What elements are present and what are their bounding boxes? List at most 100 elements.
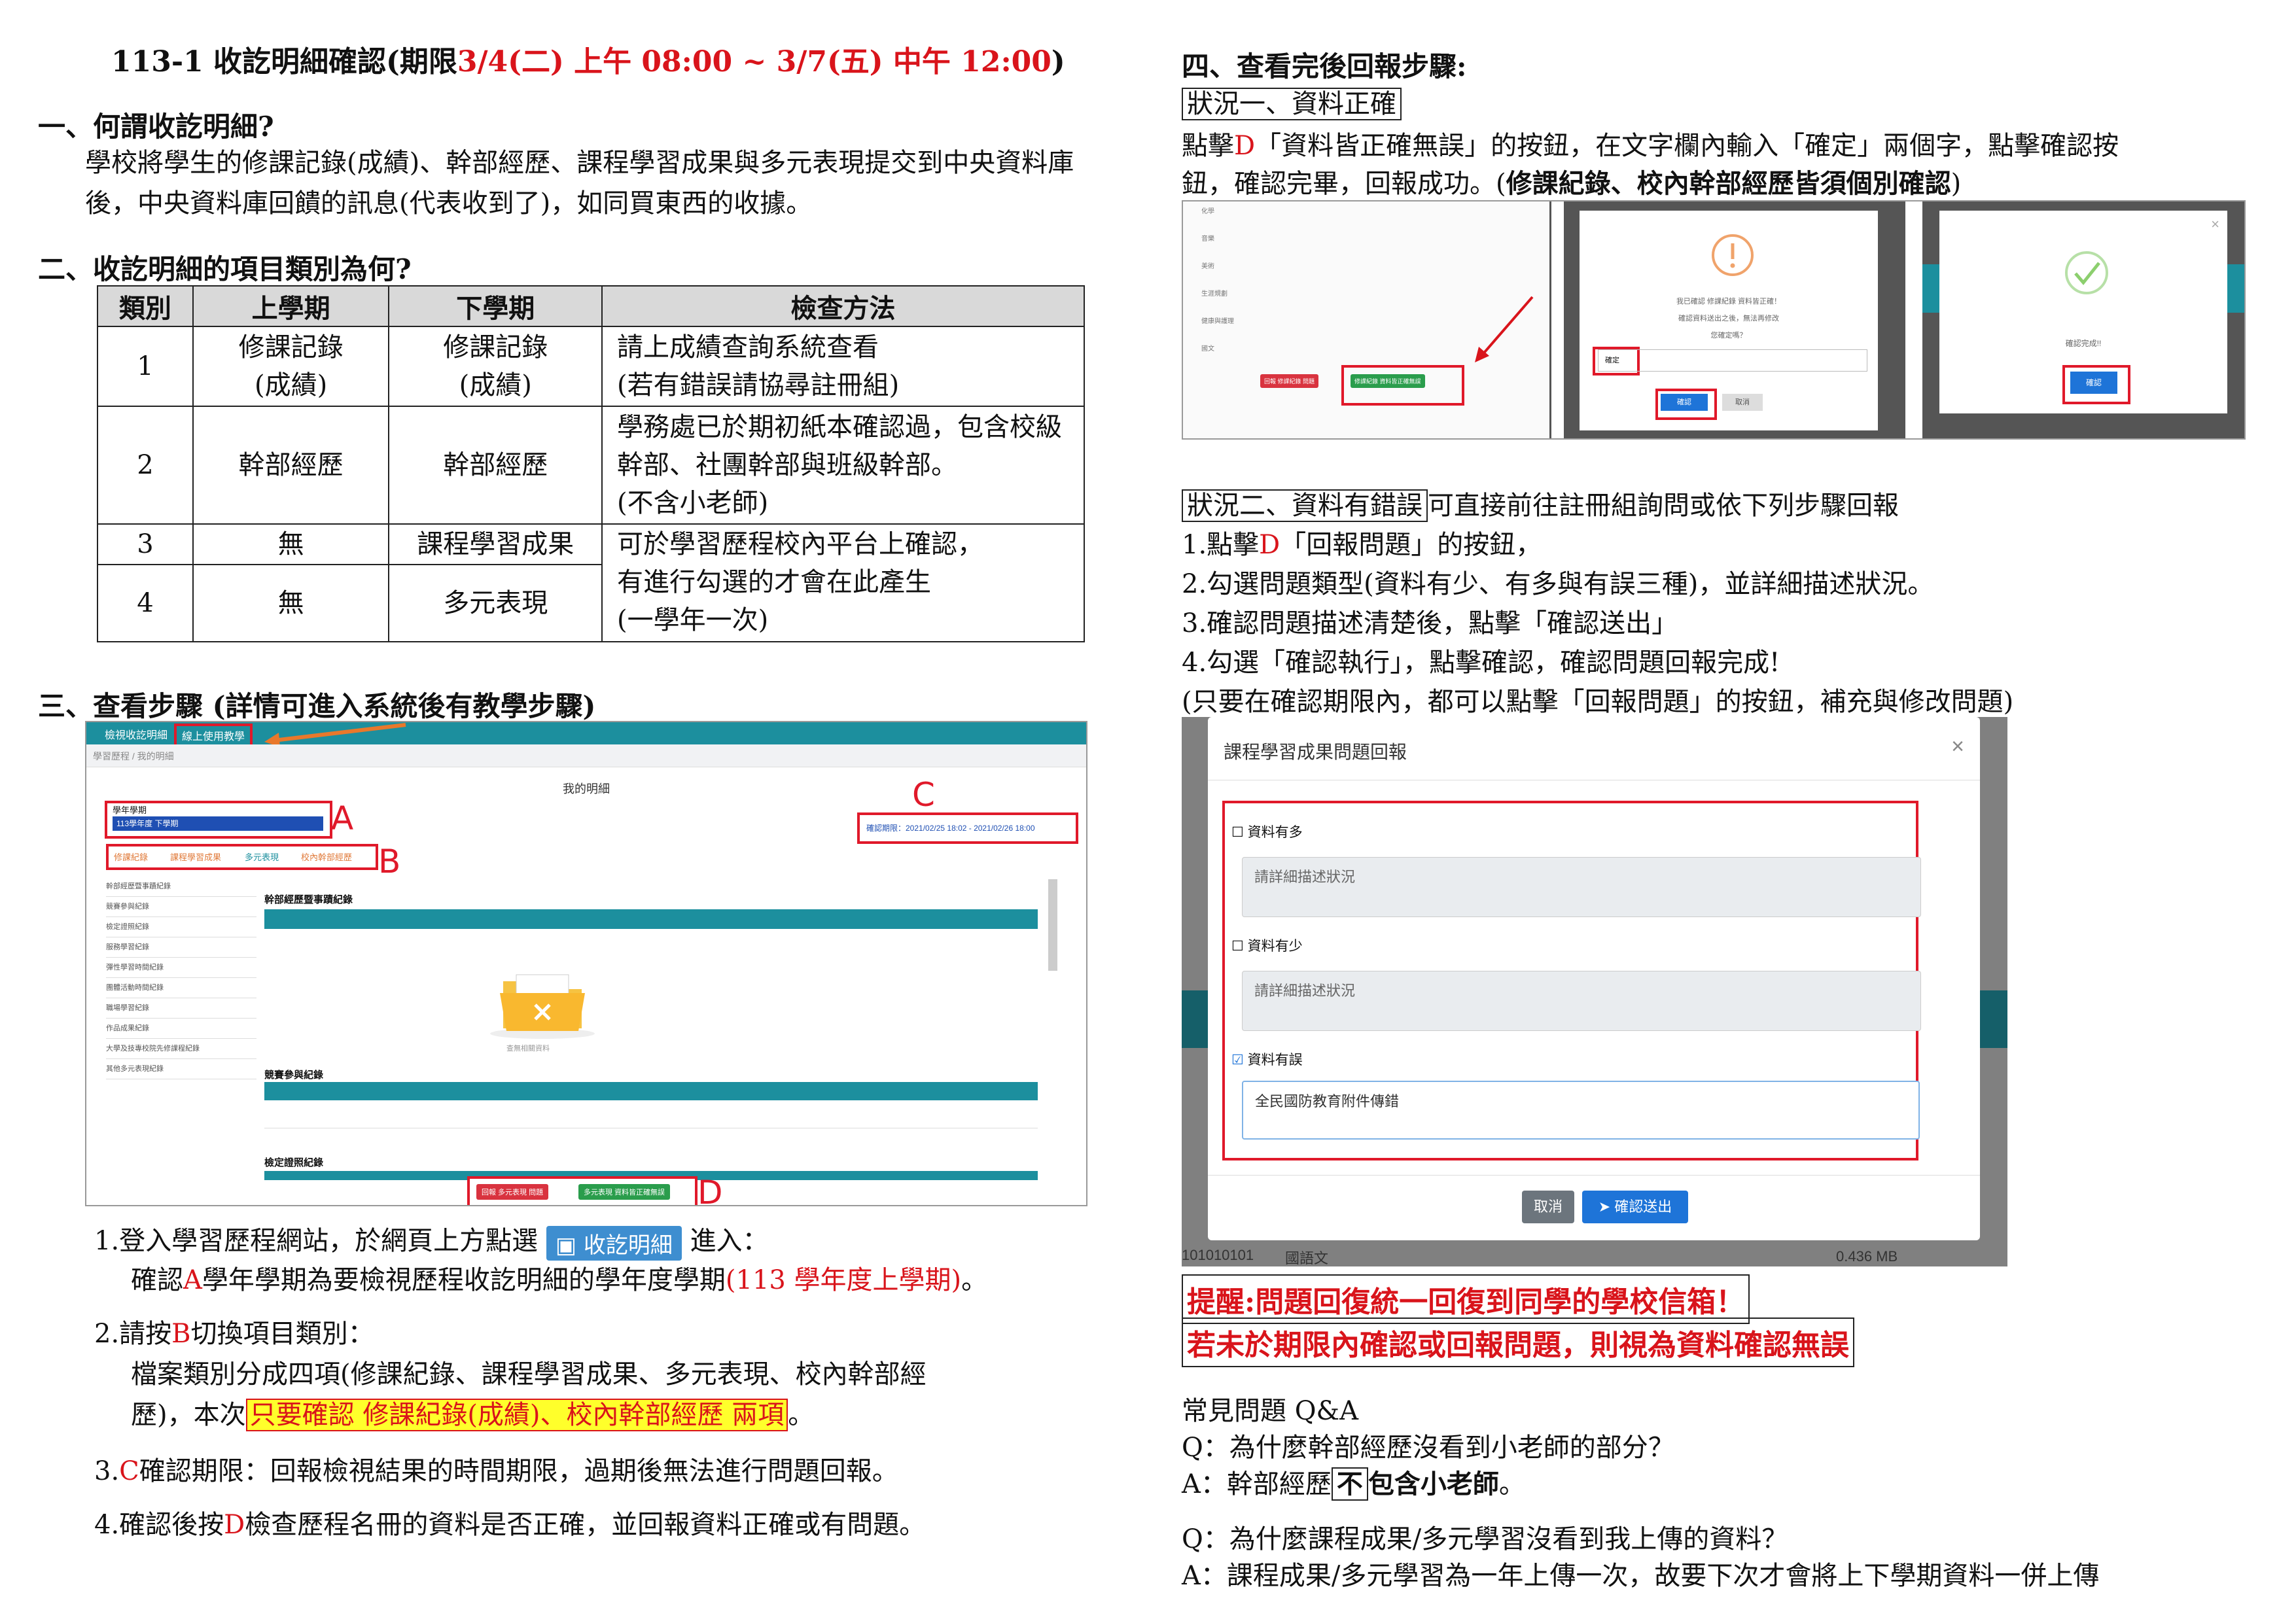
cancel-button[interactable]: 取消 <box>1722 394 1763 411</box>
tab-cadre[interactable]: 校內幹部經歷 <box>301 850 352 863</box>
step-1-line-2: 確認A學年學期為要檢視歷程收訖明細的學年度學期(113 學年度上學期)。 <box>131 1265 988 1295</box>
step-2-line-1: 2.請按B切換項目類別： <box>94 1319 374 1349</box>
checkbox-checked-icon: ☑ <box>1231 1053 1244 1068</box>
side-menu-item[interactable]: 檢定證照紀錄 <box>106 917 256 937</box>
data-correct-button[interactable]: 多元表現 資料皆正確無誤 <box>578 1184 671 1200</box>
section4-heading: 四、查看完後回報步驟: <box>1182 50 1467 82</box>
table-row: 2 幹部經歷 幹部經歷 學務處已於期初紙本確認過，包含校級幹部、社團幹部與班級幹… <box>97 406 1085 525</box>
description-field-wrong[interactable]: 全民國防教育附件傳錯 <box>1242 1081 1920 1140</box>
confirm-dialog-panel: 我已確認 修課紀錄 資料皆正確！ 確認資料送出之後，無法再修改 您確定嗎？ 確定… <box>1564 201 1905 438</box>
option-less[interactable]: ☐ 資料有少 <box>1231 935 1303 955</box>
send-icon: ➤ <box>1598 1198 1611 1215</box>
side-menu-item[interactable]: 團體活動時間紀錄 <box>106 978 256 998</box>
case1-label: 狀況一、資料正確 <box>1182 82 1402 120</box>
arrow-icon <box>1475 296 1534 362</box>
case2-label-line: 狀況二、資料有錯誤 可直接前往註冊組詢問或依下列步驟回報 <box>1182 484 1899 522</box>
section1-heading: 一、何謂收訖明細? <box>38 111 274 143</box>
side-menu-item[interactable]: 大學及技專校院先修課程紀錄 <box>106 1039 256 1059</box>
tab-learning[interactable]: 課程學習成果 <box>170 850 221 863</box>
term-selector[interactable]: 學年學期 113學年度 下學期 <box>105 801 332 839</box>
section-cadre-title: 幹部經歷暨事蹟紀錄 <box>264 894 353 905</box>
section3-heading: 三、查看步驟 (詳情可進入系統後有教學步驟) <box>38 690 596 722</box>
table-cell-method: 請上成績查詢系統查看 (若有錯誤請協尋註冊組) <box>601 326 1085 407</box>
table-cell: 無 <box>192 523 390 565</box>
table-cell-no: 2 <box>97 406 194 525</box>
marker-b: B <box>378 843 401 881</box>
bg-size: 0.436 MB <box>1836 1248 1898 1265</box>
confirm-message: 我已確認 修課紀錄 資料皆正確！ 確認資料送出之後，無法再修改 您確定嗎？ <box>1676 298 1782 340</box>
dialog-title: 課程學習成果問題回報 <box>1224 742 1407 762</box>
dialog-submit-button[interactable]: ➤ 確認送出 <box>1582 1191 1688 1223</box>
section-contest-title: 競賽參與紀錄 <box>264 1070 324 1081</box>
side-menu-item[interactable]: 彈性學習時間紀錄 <box>106 958 256 978</box>
warning-deadline: 若未於期限內確認或回報問題，則視為資料確認無誤 <box>1182 1318 1854 1367</box>
table-cell: 無 <box>192 564 390 642</box>
close-icon[interactable]: × <box>1951 734 1964 759</box>
table-cell: 幹部經歷 <box>388 406 603 525</box>
confirm-button[interactable]: 確認 <box>1661 394 1708 411</box>
case2-step-2: 2.勾選問題類型(資料有少、有多與有誤三種)，並詳細描述狀況。 <box>1182 569 1934 599</box>
nav-bar: 檢視收訖明細 線上使用教學 <box>86 722 1086 747</box>
empty-folder-icon <box>487 962 598 1040</box>
scrollbar[interactable] <box>1048 879 1057 971</box>
screenshot-page-title: 我的明細 <box>563 782 610 795</box>
side-menu-item[interactable]: 其他多元表現紀錄 <box>106 1059 256 1079</box>
side-menu-item[interactable]: 職場學習紀錄 <box>106 998 256 1019</box>
confirm-input[interactable]: 確定 <box>1598 349 1867 372</box>
breadcrumb: 學習歷程 / 我的明細 <box>93 751 174 761</box>
description-field-more[interactable]: 請詳細描述狀況 <box>1242 857 1921 917</box>
side-menu-item[interactable]: 幹部經歷暨事蹟紀錄 <box>106 877 256 897</box>
course-list-panel: 化學 音樂 美術 生涯規劃 健康與護理 國文 回報 修課紀錄 問題 修課紀錄 資… <box>1183 201 1551 438</box>
title-deadline: 3/4(二) 上午 08:00 ~ 3/7(五) 中午 12:00 <box>457 45 1051 79</box>
report-dialog: 課程學習成果問題回報 × ☐ 資料有多 請詳細描述狀況 ☐ 資料有少 請詳細描述… <box>1208 717 1980 1240</box>
case2-step-1: 1.點擊D「回報問題」的按鈕， <box>1182 530 1542 560</box>
marker-c: C <box>912 776 935 814</box>
faq-a1: A：幹部經歷不包含小老師。 <box>1182 1467 1525 1501</box>
side-menu-item[interactable]: 競賽參與紀錄 <box>106 897 256 917</box>
table-header: 檢查方法 <box>601 285 1085 327</box>
close-icon[interactable]: × <box>2211 216 2219 233</box>
nav-tab-tutorial[interactable]: 線上使用教學 <box>174 724 253 747</box>
option-wrong[interactable]: ☑ 資料有誤 <box>1231 1049 1303 1069</box>
system-screenshot: 檢視收訖明細 線上使用教學 學習歷程 / 我的明細 我的明細 學年學期 113學… <box>85 721 1087 1206</box>
marker-a: A <box>331 799 354 837</box>
step-3-line: 3.C確認期限：回報檢視結果的時間期限，過期後無法進行問題回報。 <box>94 1456 898 1486</box>
side-menu-item[interactable]: 作品成果紀錄 <box>106 1019 256 1039</box>
faq-q2: Q：為什麼課程成果/多元學習沒看到我上傳的資料？ <box>1182 1524 1788 1554</box>
table-cell-no: 1 <box>97 326 194 407</box>
table-cell: 修課記錄 (成績) <box>192 326 390 407</box>
report-course-button[interactable]: 回報 修課紀錄 問題 <box>1260 374 1319 388</box>
step-2-line-3: 歷)，本次 只要確認 修課紀錄(成績)、校內幹部經歷 兩項。 <box>131 1399 815 1431</box>
tab-diverse[interactable]: 多元表現 <box>245 850 279 863</box>
faq-heading: 常見問題 Q&A <box>1182 1396 1358 1426</box>
section2-heading: 二、收訖明細的項目類別為何? <box>38 253 412 285</box>
option-more[interactable]: ☐ 資料有多 <box>1231 822 1303 841</box>
table-cell: 修課記錄 (成績) <box>388 326 603 407</box>
category-tabs: 修課紀錄 課程學習成果 多元表現 校內幹部經歷 <box>106 844 378 870</box>
table-cell-no: 4 <box>97 564 194 642</box>
empty-text: 查無相關資料 <box>506 1045 550 1053</box>
confirm-screenshots: 化學 音樂 美術 生涯規劃 健康與護理 國文 回報 修課紀錄 問題 修課紀錄 資… <box>1182 200 2246 440</box>
table-cell-no: 3 <box>97 523 194 565</box>
report-dialog-screenshot: 101010101 國語文 0.436 MB 課程學習成果問題回報 × ☐ 資料… <box>1182 717 2007 1266</box>
table-cell-method: 可於學習歷程校內平台上確認， 有進行勾選的才會在此產生 (一學年一次) <box>601 523 1085 642</box>
warning-icon <box>1712 234 1754 276</box>
table-cell: 多元表現 <box>388 564 603 642</box>
bg-subject: 國語文 <box>1285 1250 1329 1266</box>
description-field-less[interactable]: 請詳細描述狀況 <box>1242 971 1921 1031</box>
dialog-cancel-button[interactable]: 取消 <box>1522 1191 1574 1223</box>
marker-d: D <box>698 1174 723 1206</box>
section1-body: 學校將學生的修課記錄(成績)、幹部經歷、課程學習成果與多元表現提交到中央資料庫後… <box>85 148 1074 218</box>
table-header-row: 類別 上學期 下學期 檢查方法 <box>97 285 1085 327</box>
report-problem-button[interactable]: 回報 多元表現 問題 <box>476 1184 549 1200</box>
success-confirm-button[interactable]: 確認 <box>2070 372 2117 394</box>
table-row <box>264 1102 1038 1128</box>
nav-tab-receipts[interactable]: 檢視收訖明細 <box>105 726 168 742</box>
step-1-line-1: 1.登入學習歷程網站，於網頁上方點選 ▣ 收訖明細 進入： <box>94 1219 769 1261</box>
receipts-button-illustration: ▣ 收訖明細 <box>546 1225 682 1261</box>
tab-course[interactable]: 修課紀錄 <box>114 850 148 863</box>
case2-note: (只要在確認期限內，都可以點擊「回報問題」的按鈕，補充與修改問題) <box>1182 687 2014 717</box>
course-correct-button[interactable]: 修課紀錄 資料皆正確無誤 <box>1351 374 1425 388</box>
side-menu-item[interactable]: 服務學習紀錄 <box>106 937 256 958</box>
case1-line-2: 鈕，確認完畢，回報成功。(修課紀錄、校內幹部經歷皆須個別確認) <box>1182 168 1962 199</box>
